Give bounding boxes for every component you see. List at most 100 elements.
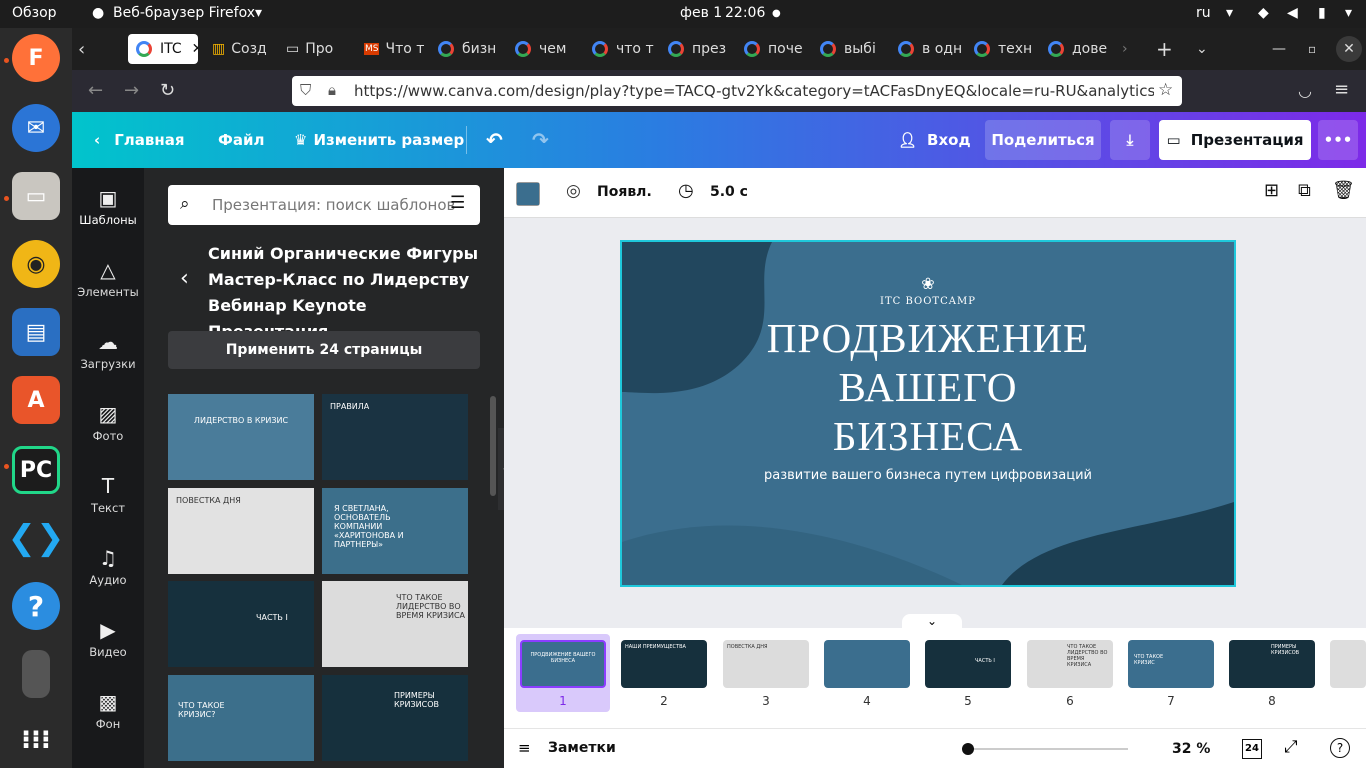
template-thumb[interactable]: ПРИМЕРЫ КРИЗИСОВ — [322, 675, 468, 761]
page-thumb-5[interactable]: ЧАСТЬ I — [925, 640, 1011, 688]
present-button[interactable]: ▭ Презентация — [1159, 120, 1311, 160]
zoom-slider-handle[interactable] — [962, 743, 974, 755]
tab[interactable]: что т — [592, 34, 668, 64]
clock-date[interactable]: фев 1 — [680, 5, 722, 21]
pocket-icon[interactable]: ◡ — [1298, 81, 1312, 100]
back-icon[interactable]: ← — [88, 80, 103, 101]
tab[interactable]: ▥ Созд — [212, 34, 282, 64]
tab-active[interactable]: ITC ✕ — [128, 34, 198, 64]
tab[interactable]: ▭ Про — [286, 34, 356, 64]
tab[interactable]: през — [668, 34, 744, 64]
minimize-button[interactable]: — — [1272, 34, 1292, 64]
rhythmbox-icon[interactable]: ◉ — [12, 240, 60, 288]
close-icon[interactable]: ✕ — [192, 41, 198, 57]
file-menu[interactable]: Файл — [218, 112, 265, 168]
tab[interactable]: чем — [515, 34, 591, 64]
firefox-dock-icon[interactable]: F — [12, 34, 60, 82]
page-count-button[interactable]: 24 — [1242, 739, 1262, 759]
chevron-down-icon[interactable]: ▾ — [1345, 5, 1352, 21]
url-text[interactable]: https://www.canva.com/design/play?type=T… — [354, 82, 1154, 100]
phone-icon[interactable] — [22, 650, 50, 698]
slide-canvas[interactable]: ❀ ITC BOOTCAMP ПРОДВИЖЕНИЕ ВАШЕГО БИЗНЕС… — [620, 240, 1236, 587]
redo-icon[interactable]: ↷ — [532, 112, 549, 168]
tab-list-button[interactable]: ⌄ — [1196, 34, 1216, 64]
template-thumb[interactable]: ЛИДЕРСТВО В КРИЗИС — [168, 394, 314, 480]
share-button[interactable]: Поделиться — [985, 120, 1101, 160]
maximize-button[interactable]: ▫ — [1308, 34, 1328, 64]
page-thumb-2[interactable]: НАШИ ПРЕИМУЩЕСТВА — [621, 640, 707, 688]
filter-icon[interactable]: ☰ — [450, 193, 465, 213]
rail-templates[interactable]: ▣ Шаблоны — [72, 186, 144, 227]
template-thumb[interactable]: ЧТО ТАКОЕ КРИЗИС? — [168, 675, 314, 761]
shield-icon[interactable]: ⛉ — [300, 81, 311, 99]
back-chevron-icon[interactable]: ‹ — [180, 266, 189, 291]
vscode-icon[interactable]: ❮❯ — [8, 514, 65, 562]
forward-icon[interactable]: → — [124, 80, 139, 101]
template-thumb[interactable]: Я СВЕТЛАНА, ОСНОВАТЕЛЬ КОМПАНИИ «ХАРИТОН… — [322, 488, 468, 574]
page-thumb-partial[interactable] — [1330, 640, 1366, 688]
zoom-slider-track[interactable] — [968, 748, 1128, 750]
volume-icon[interactable]: ◀ — [1287, 5, 1298, 21]
color-swatch[interactable] — [516, 182, 540, 206]
duration-button[interactable]: 5.0 с — [710, 184, 748, 200]
rail-photos[interactable]: ▨ Фото — [72, 402, 144, 443]
rail-video[interactable]: ▶ Видео — [72, 618, 144, 659]
url-field[interactable]: ⛉ 🔒︎ https://www.canva.com/design/play?t… — [292, 76, 1182, 106]
help-icon[interactable]: ? — [1330, 738, 1350, 758]
page-thumb-8[interactable]: ПРИМЕРЫ КРИЗИСОВ — [1229, 640, 1315, 688]
apply-pages-button[interactable]: Применить 24 страницы — [168, 331, 480, 369]
help-icon[interactable]: ? — [12, 582, 60, 630]
page-thumb-7[interactable]: ЧТО ТАКОЕ КРИЗИС — [1128, 640, 1214, 688]
page-thumb-3[interactable]: ПОВЕСТКА ДНЯ — [723, 640, 809, 688]
wifi-icon[interactable]: ◆ — [1258, 5, 1269, 21]
tab[interactable]: выбі — [820, 34, 896, 64]
lock-icon[interactable]: 🔒︎ — [328, 81, 336, 99]
zoom-level[interactable]: 32 % — [1172, 741, 1210, 757]
resize-button[interactable]: ♛ Изменить размер — [294, 112, 464, 168]
login-button[interactable]: 👤︎ Вход — [898, 112, 971, 168]
activities-button[interactable]: Обзор — [12, 5, 57, 21]
tab[interactable]: дове — [1048, 34, 1124, 64]
files-icon[interactable]: ▭ — [12, 172, 60, 220]
rail-elements[interactable]: △ Элементы — [72, 258, 144, 299]
page-thumb-6[interactable]: ЧТО ТАКОЕ ЛИДЕРСТВО ВО ВРЕМЯ КРИЗИСА — [1027, 640, 1113, 688]
undo-icon[interactable]: ↶ — [486, 112, 503, 168]
rail-background[interactable]: ▩ Фон — [72, 690, 144, 731]
software-center-icon[interactable]: A — [12, 376, 60, 424]
tab[interactable]: MS Что т — [364, 34, 434, 64]
duplicate-page-icon[interactable]: ⧉ — [1298, 180, 1311, 201]
add-page-icon[interactable]: ⊞ — [1264, 180, 1279, 201]
thunderbird-icon[interactable]: ✉ — [12, 104, 60, 152]
tab-scroll-left[interactable]: ‹ — [78, 34, 108, 64]
new-tab-button[interactable]: + — [1156, 34, 1176, 64]
star-icon[interactable]: ☆ — [1158, 80, 1173, 100]
reload-icon[interactable]: ↻ — [160, 80, 175, 101]
rail-text[interactable]: T Текст — [72, 474, 144, 515]
template-thumb[interactable]: ЧТО ТАКОЕ ЛИДЕРСТВО ВО ВРЕМЯ КРИЗИСА — [322, 581, 468, 667]
delete-page-icon[interactable]: 🗑︎ — [1332, 180, 1355, 201]
tab[interactable]: в одн — [898, 34, 974, 64]
rail-uploads[interactable]: ☁ Загрузки — [72, 330, 144, 371]
page-thumb-4[interactable] — [824, 640, 910, 688]
download-icon[interactable]: ⤓ — [1110, 120, 1150, 160]
rail-audio[interactable]: ♫ Аудио — [72, 546, 144, 587]
close-window-button[interactable]: ✕ — [1336, 36, 1362, 62]
language-indicator[interactable]: ru — [1196, 5, 1211, 21]
template-thumb[interactable]: ПРАВИЛА — [322, 394, 468, 480]
more-icon[interactable]: ••• — [1318, 120, 1358, 160]
animation-button[interactable]: Появл. — [597, 184, 652, 200]
app-menu[interactable]: Веб-браузер Firefox — [113, 5, 255, 21]
tab-scroll-right[interactable]: › — [1122, 34, 1142, 64]
panel-scrollbar[interactable] — [490, 396, 496, 496]
page-thumb-1[interactable]: ПРОДВИЖЕНИЕ ВАШЕГО БИЗНЕСА — [520, 640, 606, 688]
fullscreen-icon[interactable]: ⤢ — [1284, 737, 1298, 757]
home-button[interactable]: ‹ Главная — [94, 112, 184, 168]
tab[interactable]: техн — [974, 34, 1050, 64]
writer-icon[interactable]: ▤ — [12, 308, 60, 356]
pycharm-icon[interactable]: PC — [12, 446, 60, 494]
template-search-input[interactable]: ⌕ Презентация: поиск шаблонов ☰ — [168, 185, 480, 225]
template-thumb[interactable]: ПОВЕСТКА ДНЯ — [168, 488, 314, 574]
tab[interactable]: бизн — [438, 34, 514, 64]
tab[interactable]: поче — [744, 34, 820, 64]
template-thumb[interactable]: ЧАСТЬ I — [168, 581, 314, 667]
